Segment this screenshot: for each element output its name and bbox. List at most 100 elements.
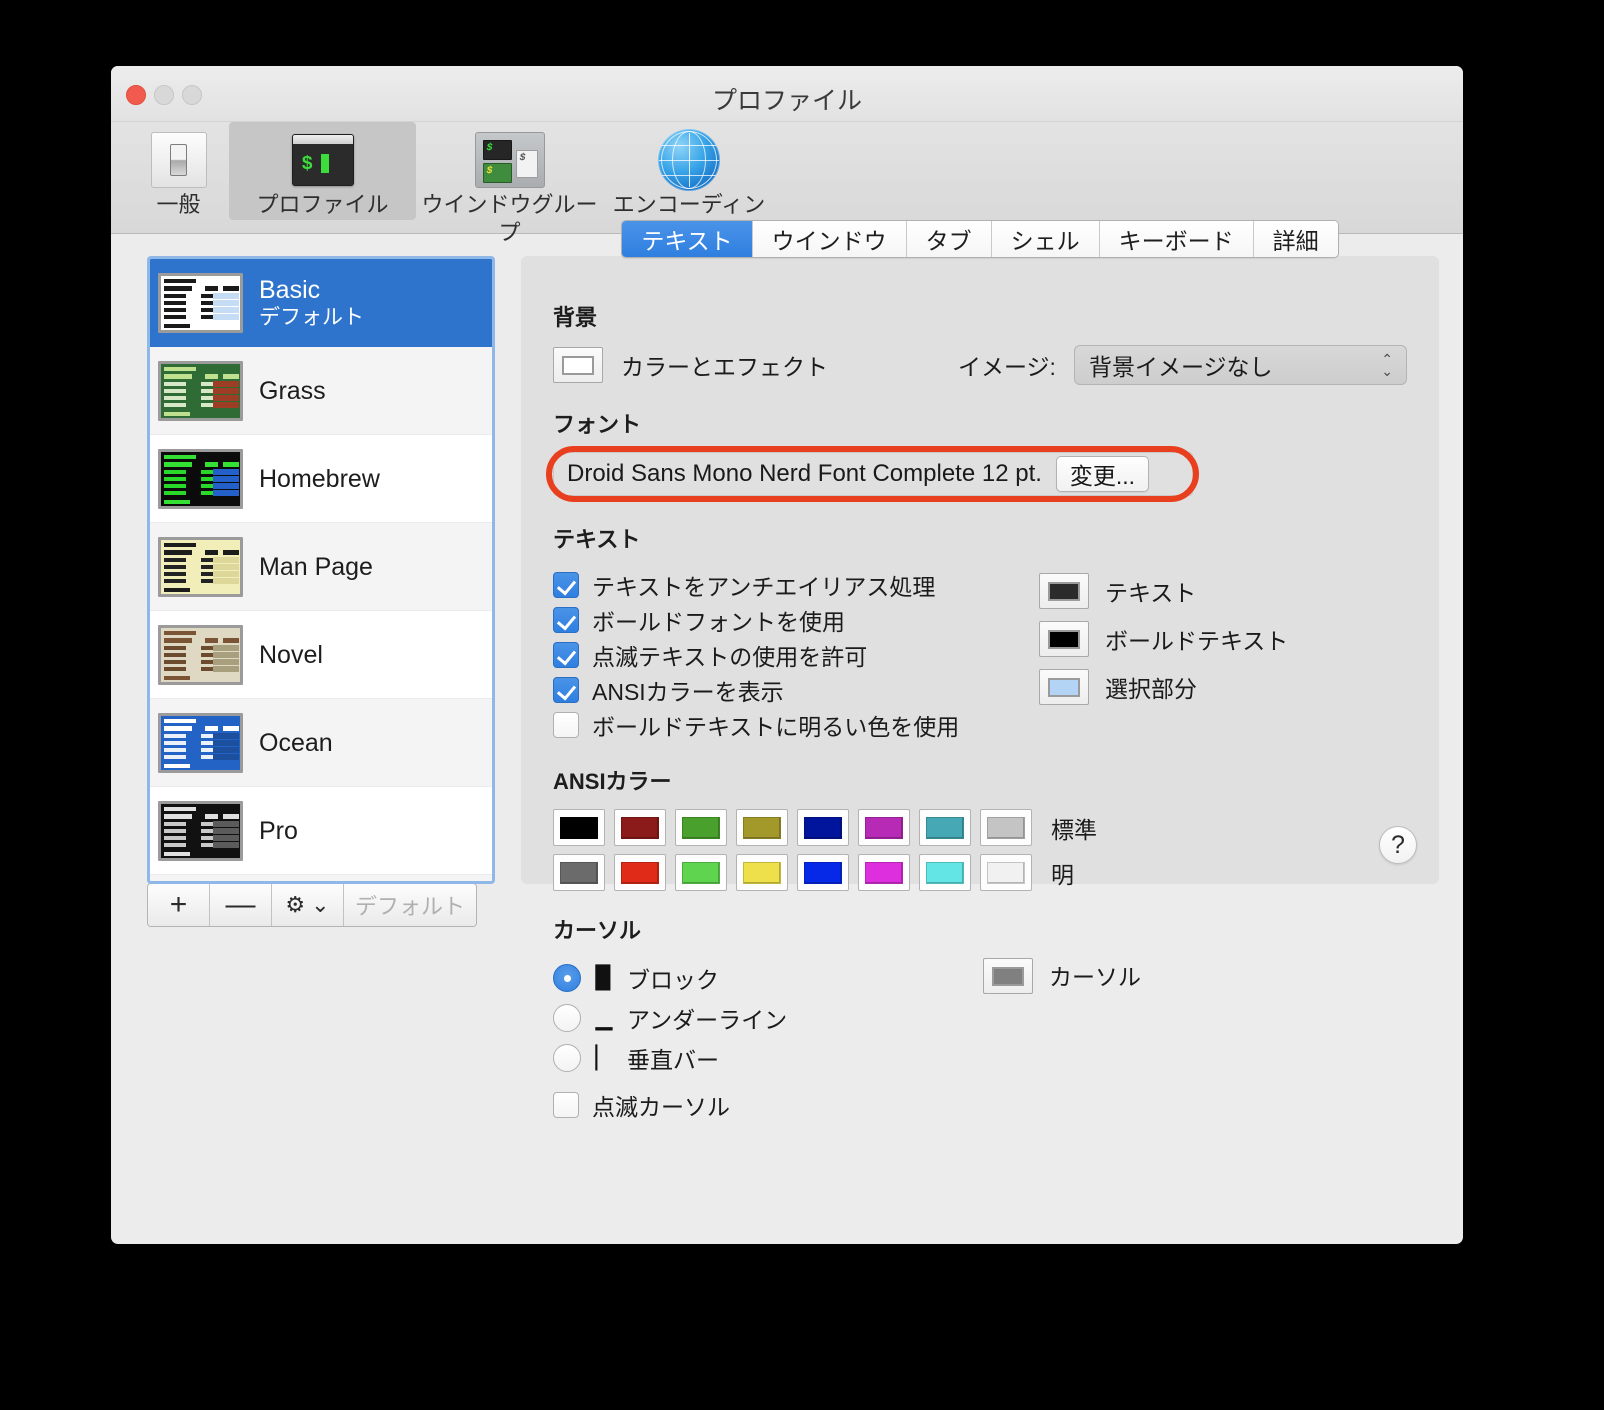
ansi-normal-swatch[interactable] (797, 809, 849, 846)
ansi-bright-swatch[interactable] (980, 854, 1032, 891)
profile-list-item[interactable]: Basicデフォルト (150, 259, 492, 347)
text-option-row[interactable]: テキストをアンチエイリアス処理 (553, 567, 1023, 602)
cursor-option-row[interactable]: ▏垂直バー (553, 1038, 973, 1078)
color-well[interactable] (1039, 669, 1089, 705)
profile-name: Pro (259, 816, 298, 846)
text-color-row: テキスト (1039, 567, 1288, 615)
tab-label: 詳細 (1273, 222, 1319, 256)
blink-cursor-label: 点滅カーソル (592, 1088, 730, 1122)
checkbox[interactable] (553, 677, 579, 703)
color-well[interactable] (1039, 621, 1089, 657)
tab-label: シェル (1011, 222, 1080, 256)
ansi-bright-swatch[interactable] (614, 854, 666, 891)
color-well[interactable] (1039, 573, 1089, 609)
chevron-updown-icon: ⌃⌄ (1381, 353, 1393, 377)
ansi-bright-swatch[interactable] (553, 854, 605, 891)
ansi-section: ANSIカラー 標準 明 (553, 764, 1407, 891)
ansi-normal-swatch[interactable] (614, 809, 666, 846)
background-image-value: 背景イメージなし (1089, 348, 1273, 382)
settings-panel: テキストウインドウタブシェルキーボード詳細 背景 カラーとエフェクト イメージ:… (521, 256, 1439, 884)
toolbar-item-general-label: 一般 (128, 191, 229, 219)
radio-button[interactable] (553, 964, 581, 992)
ansi-bright-swatch[interactable] (858, 854, 910, 891)
add-profile-button[interactable]: + (148, 884, 210, 926)
settings-tabs: テキストウインドウタブシェルキーボード詳細 (521, 220, 1439, 258)
background-color-well[interactable] (553, 347, 603, 383)
background-image-select[interactable]: 背景イメージなし ⌃⌄ (1074, 345, 1407, 385)
profile-list-item[interactable]: Man Page (150, 523, 492, 611)
ansi-normal-swatch[interactable] (858, 809, 910, 846)
profile-list-item[interactable]: Grass (150, 347, 492, 435)
profiles-list[interactable]: Basicデフォルト Grass Homebrew Man Page Novel Ocea… (147, 256, 495, 884)
chevron-down-icon: ⌄ (311, 892, 329, 918)
ansi-normal-swatch[interactable] (919, 809, 971, 846)
text-option-row[interactable]: 点滅テキストの使用を許可 (553, 637, 1023, 672)
cursor-option-row[interactable]: ▉ブロック (553, 958, 973, 998)
toolbar-item-general[interactable]: 一般 (128, 122, 229, 220)
checkbox-label: ANSIカラーを表示 (592, 673, 784, 707)
blink-cursor-row[interactable]: 点滅カーソル (553, 1087, 973, 1122)
ansi-normal-swatch[interactable] (553, 809, 605, 846)
cursor-section: カーソル ▉ブロック▁アンダーライン▏垂直バー点滅カーソル カーソル (553, 913, 1407, 1122)
text-options-group: テキストをアンチエイリアス処理ボールドフォントを使用点滅テキストの使用を許可AN… (553, 567, 1023, 742)
tab-2[interactable]: タブ (907, 221, 992, 257)
profile-list-item[interactable]: Homebrew (150, 435, 492, 523)
toolbar-item-window-groups[interactable]: $ $ $ ウインドウグループ (416, 122, 603, 220)
background-image-label: イメージ: (958, 348, 1056, 382)
set-default-button[interactable]: デフォルト (344, 884, 476, 926)
checkbox[interactable] (553, 712, 579, 738)
ansi-bright-swatch[interactable] (675, 854, 727, 891)
tab-0[interactable]: テキスト (622, 221, 752, 257)
text-section: テキスト テキストをアンチエイリアス処理ボールドフォントを使用点滅テキストの使用… (553, 522, 1407, 742)
tab-3[interactable]: シェル (992, 221, 1100, 257)
ansi-normal-swatch[interactable] (980, 809, 1032, 846)
cursor-color-well[interactable] (983, 958, 1033, 994)
profile-thumbnail (158, 801, 243, 861)
ansi-normal-swatch[interactable] (675, 809, 727, 846)
tab-4[interactable]: キーボード (1100, 221, 1254, 257)
checkbox[interactable] (553, 572, 579, 598)
profile-actions-button[interactable]: ⚙ ⌄ (272, 884, 344, 926)
toolbar-item-profiles-label: プロファイル (229, 191, 416, 219)
ansi-bright-label: 明 (1051, 856, 1074, 890)
change-font-button[interactable]: 変更... (1056, 456, 1149, 492)
checkbox[interactable] (553, 642, 579, 668)
text-colors-group: テキストボールドテキスト選択部分 (1023, 567, 1288, 742)
ansi-bright-swatch[interactable] (797, 854, 849, 891)
profile-name: Novel (259, 640, 323, 670)
text-option-row[interactable]: ANSIカラーを表示 (553, 672, 1023, 707)
background-heading: 背景 (553, 300, 1407, 332)
font-heading: フォント (553, 407, 1193, 439)
profile-list-item[interactable]: Red Sands (150, 875, 492, 884)
profile-list-item[interactable]: Pro (150, 787, 492, 875)
cursor-option-label: ブロック (627, 961, 719, 995)
radio-button[interactable] (553, 1044, 581, 1072)
checkbox[interactable] (553, 607, 579, 633)
profile-name: Grass (259, 376, 326, 406)
tab-5[interactable]: 詳細 (1254, 221, 1338, 257)
text-option-row[interactable]: ボールドフォントを使用 (553, 602, 1023, 637)
preferences-body: Basicデフォルト Grass Homebrew Man Page Novel Ocea… (111, 234, 1463, 951)
help-button[interactable]: ? (1379, 826, 1417, 864)
profile-subtitle: デフォルト (259, 305, 364, 331)
cursor-option-row[interactable]: ▁アンダーライン (553, 998, 973, 1038)
text-option-row[interactable]: ボールドテキストに明るい色を使用 (553, 707, 1023, 742)
profile-name: Homebrew (259, 464, 380, 494)
window-title: プロファイル (111, 81, 1463, 117)
profile-list-item[interactable]: Ocean (150, 699, 492, 787)
tab-1[interactable]: ウインドウ (753, 221, 907, 257)
checkbox-label: 点滅テキストの使用を許可 (592, 638, 867, 672)
ansi-bright-swatch[interactable] (736, 854, 788, 891)
remove-profile-button[interactable]: — (210, 884, 272, 926)
cursor-color-group: カーソル (973, 958, 1141, 1122)
terminal-icon: $ (229, 129, 416, 191)
profile-list-item[interactable]: Novel (150, 611, 492, 699)
checkbox[interactable] (553, 1092, 579, 1118)
color-label: ボールドテキスト (1105, 622, 1288, 656)
toolbar-item-profiles[interactable]: $ プロファイル (229, 122, 416, 220)
toolbar-item-encodings[interactable]: エンコーディング (603, 122, 775, 220)
ansi-normal-swatch[interactable] (736, 809, 788, 846)
text-color-row: ボールドテキスト (1039, 615, 1288, 663)
radio-button[interactable] (553, 1004, 581, 1032)
ansi-bright-swatch[interactable] (919, 854, 971, 891)
